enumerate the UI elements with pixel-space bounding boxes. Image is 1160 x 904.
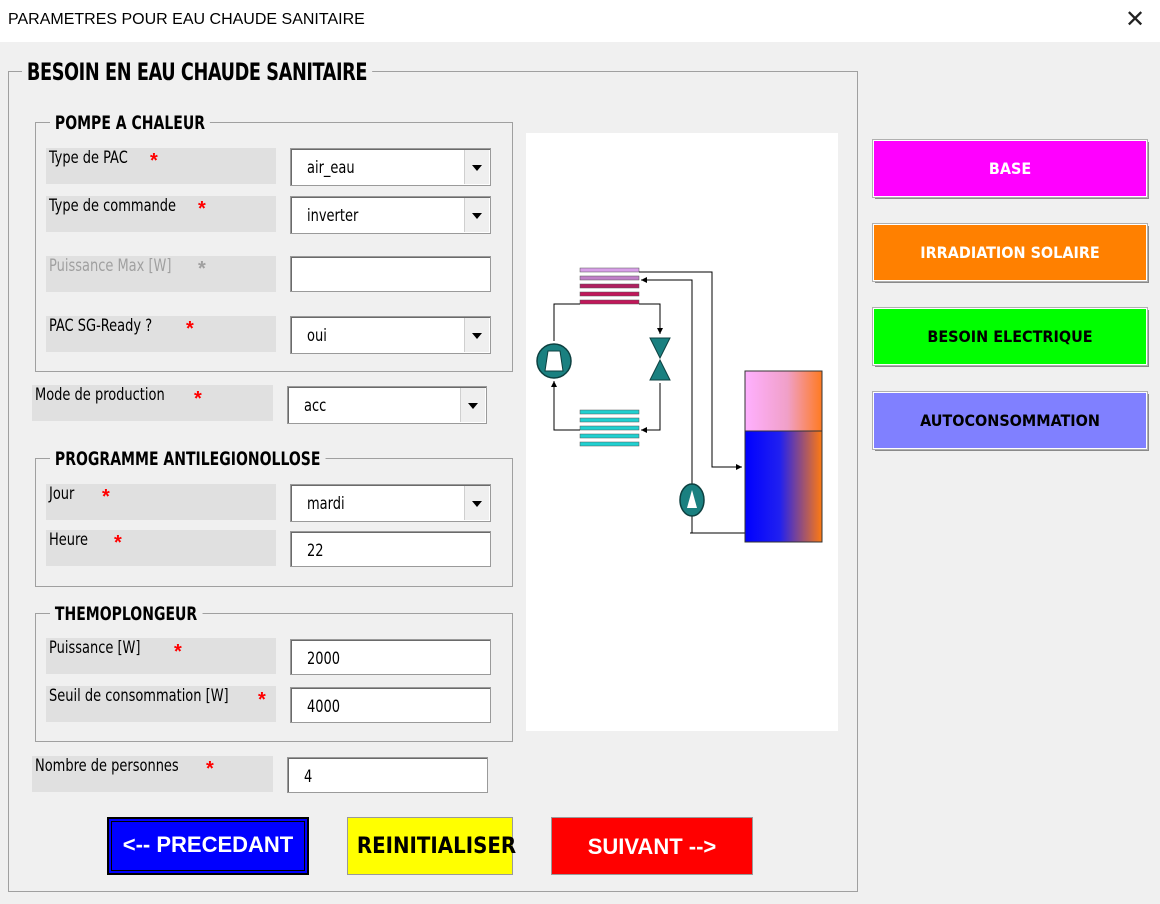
window-title: PARAMETRES POUR EAU CHAUDE SANITAIRE (8, 11, 365, 28)
base-button[interactable]: BASE (872, 139, 1148, 198)
chevron-down-icon[interactable] (464, 150, 489, 184)
close-icon[interactable]: ✕ (1118, 4, 1152, 36)
thermo-frame-title: THEMOPLONGEUR (50, 601, 203, 627)
chevron-down-icon[interactable] (464, 486, 489, 520)
required-mark: * (198, 198, 206, 220)
precedant-button[interactable]: <-- PRECEDANT (107, 817, 309, 875)
required-mark: * (258, 689, 266, 711)
sg-ready-label: PAC SG-Ready ? (46, 316, 276, 352)
puissance-input[interactable]: 2000 (290, 639, 491, 675)
base-button-label: BASE (988, 159, 1032, 178)
puissance-max-input[interactable] (290, 256, 491, 292)
precedant-button-label: <-- PRECEDANT (122, 832, 294, 857)
personnes-label: Nombre de personnes (32, 756, 273, 792)
chevron-down-icon[interactable] (460, 388, 485, 422)
suivant-button-label: SUIVANT --> (587, 834, 717, 859)
mode-production-label: Mode de production (32, 385, 273, 421)
chevron-down-icon[interactable] (464, 318, 489, 352)
heure-label: Heure (46, 530, 276, 566)
type-commande-select[interactable]: inverter (290, 196, 491, 234)
reinitialiser-button-label: REINITIALISER (356, 834, 517, 859)
required-mark: * (206, 758, 214, 780)
required-mark: * (174, 641, 182, 663)
puissance-label: Puissance [W] (46, 638, 276, 674)
required-mark: * (102, 486, 110, 508)
suivant-button[interactable]: SUIVANT --> (551, 817, 753, 875)
besoin-electrique-button[interactable]: BESOIN ELECTRIQUE (872, 307, 1148, 366)
pump-icon (679, 483, 705, 517)
condenser (579, 267, 640, 305)
expansion-valve-icon (649, 337, 671, 381)
required-mark: * (150, 150, 158, 172)
antilegio-frame-title: PROGRAMME ANTILEGIONOLLOSE (50, 446, 326, 472)
personnes-input[interactable]: 4 (287, 757, 488, 793)
seuil-input[interactable]: 4000 (290, 687, 491, 723)
jour-select[interactable]: mardi (290, 484, 491, 522)
chevron-down-icon[interactable] (464, 198, 489, 232)
reinitialiser-button[interactable]: REINITIALISER (347, 817, 517, 875)
required-mark: * (114, 532, 122, 554)
evaporator (579, 409, 640, 447)
jour-label: Jour (46, 484, 276, 520)
pompe-frame-title: POMPE A CHALEUR (50, 110, 210, 136)
puissance-max-label: Puissance Max [W] (46, 256, 276, 292)
type-pac-select[interactable]: air_eau (290, 148, 491, 186)
seuil-label: Seuil de consommation [W] (46, 686, 276, 722)
type-pac-label: Type de PAC (46, 148, 276, 184)
required-mark: * (186, 318, 194, 340)
irradiation-solaire-button[interactable]: IRRADIATION SOLAIRE (872, 223, 1148, 282)
required-mark: * (194, 388, 202, 410)
besoin-electrique-button-label: BESOIN ELECTRIQUE (927, 327, 1093, 346)
main-frame-title: BESOIN EN EAU CHAUDE SANITAIRE (22, 56, 372, 88)
type-commande-label: Type de commande (46, 196, 276, 232)
heure-input[interactable]: 22 (290, 531, 491, 567)
sg-ready-select[interactable]: oui (290, 316, 491, 354)
autoconsommation-button-label: AUTOCONSOMMATION (920, 411, 1100, 430)
required-mark: * (198, 258, 206, 280)
water-tank-icon (744, 370, 823, 543)
compressor-icon (536, 343, 572, 379)
antilegio-frame (35, 458, 513, 587)
mode-production-select[interactable]: acc (287, 386, 487, 424)
irradiation-solaire-button-label: IRRADIATION SOLAIRE (920, 243, 1100, 262)
heat-pump-schematic (526, 133, 838, 731)
autoconsommation-button[interactable]: AUTOCONSOMMATION (872, 391, 1148, 450)
